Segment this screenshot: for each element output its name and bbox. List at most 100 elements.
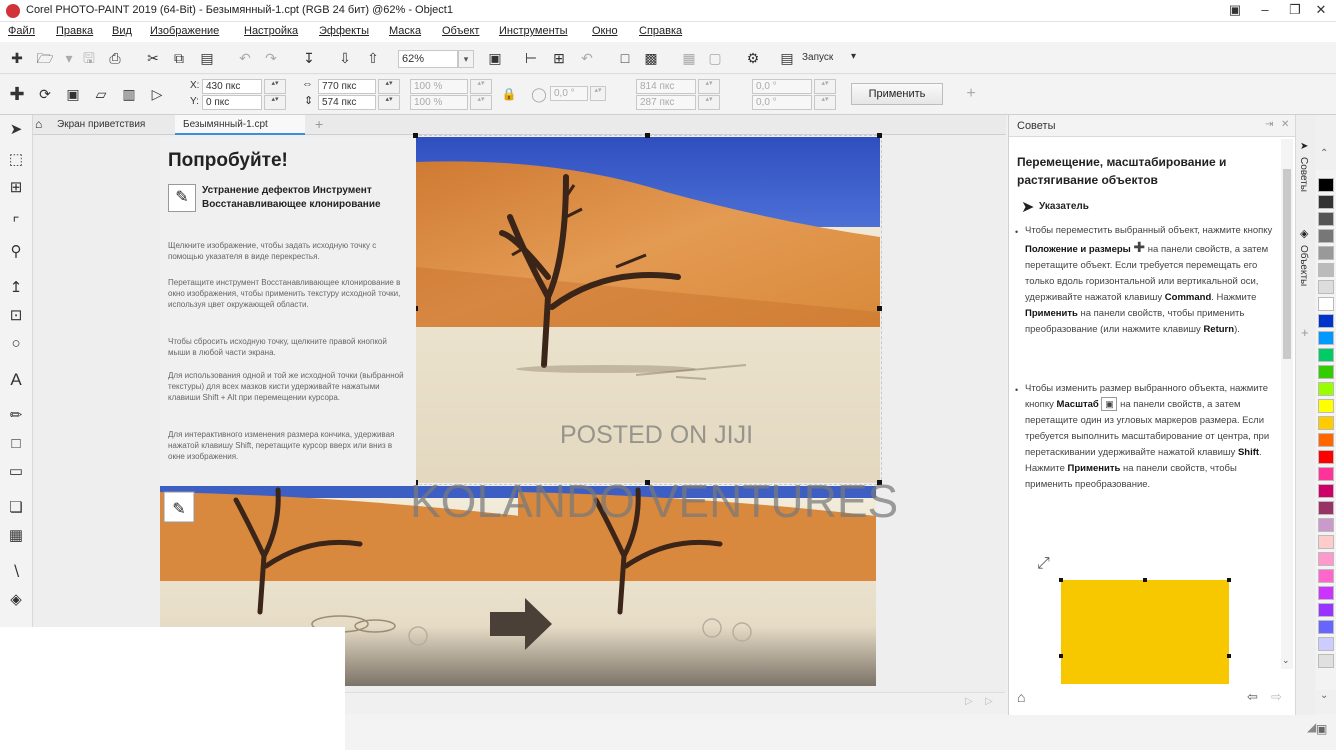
paint-tool-icon[interactable]: ✏ bbox=[5, 405, 27, 427]
center-x-spinner[interactable]: ▴▾ bbox=[698, 79, 720, 94]
color-swatch[interactable] bbox=[1318, 569, 1334, 583]
color-swatch[interactable] bbox=[1318, 654, 1334, 668]
fill-tool-icon[interactable]: ◈ bbox=[5, 589, 27, 611]
hints-scroll-thumb[interactable] bbox=[1283, 169, 1291, 359]
minimize-button[interactable]: – bbox=[1250, 0, 1280, 22]
menu-tools[interactable]: Инструменты bbox=[499, 25, 568, 37]
tab-welcome[interactable]: Экран приветствия bbox=[49, 115, 153, 135]
undo-icon[interactable]: ↶ bbox=[234, 47, 256, 69]
resize-grip-icon[interactable]: ◢ bbox=[1307, 720, 1316, 734]
scale-height-input[interactable]: 100 % bbox=[410, 95, 468, 110]
color-swatch[interactable] bbox=[1318, 535, 1334, 549]
width-spinner[interactable]: ▴▾ bbox=[378, 79, 400, 94]
x-position-input[interactable]: 430 пкс bbox=[202, 79, 262, 94]
color-swatch[interactable] bbox=[1318, 229, 1334, 243]
copy-icon[interactable]: ⧉ bbox=[168, 47, 190, 69]
redeye-tool-icon[interactable]: ○ bbox=[5, 333, 27, 355]
rotation-angle-input[interactable]: 0,0 ° bbox=[550, 86, 588, 101]
home-icon[interactable]: ⌂ bbox=[35, 117, 42, 131]
color-swatch[interactable] bbox=[1318, 178, 1334, 192]
rotate-icon[interactable]: ⟳ bbox=[34, 83, 56, 105]
transparency-tool-icon[interactable]: ▦ bbox=[5, 525, 27, 547]
scale-width-input[interactable]: 100 % bbox=[410, 79, 468, 94]
color-swatch[interactable] bbox=[1318, 620, 1334, 634]
objects-tab-icon[interactable]: ◈ bbox=[1300, 227, 1308, 240]
handle-top-right[interactable] bbox=[877, 133, 882, 138]
cut-icon[interactable]: ✂ bbox=[142, 47, 164, 69]
hints-scrollbar[interactable]: ⌄ bbox=[1281, 139, 1293, 669]
apply-button[interactable]: Применить bbox=[851, 83, 943, 105]
mask-transform-icon[interactable]: ⊞ bbox=[5, 177, 27, 199]
mask-marquee-icon[interactable]: □ bbox=[614, 47, 636, 69]
tab-hints[interactable]: Советы bbox=[1298, 157, 1309, 192]
skew-v-input[interactable]: 0,0 ° bbox=[752, 95, 812, 110]
clone-tool-icon[interactable]: ⊡ bbox=[5, 305, 27, 327]
handle-right[interactable] bbox=[877, 306, 882, 311]
color-swatch[interactable] bbox=[1318, 501, 1334, 515]
horizontal-scroll-area[interactable]: ◢ bbox=[345, 714, 1336, 750]
hints-back-icon[interactable]: ⇦ bbox=[1247, 689, 1258, 705]
scroll-right-icon[interactable]: ▷ bbox=[985, 696, 993, 707]
hints-forward-icon[interactable]: ⇨ bbox=[1271, 689, 1282, 705]
menu-view[interactable]: Вид bbox=[112, 25, 132, 37]
color-swatch[interactable] bbox=[1318, 348, 1334, 362]
color-swatch[interactable] bbox=[1318, 484, 1334, 498]
angle-icon[interactable]: ◯ bbox=[528, 83, 550, 105]
panel-close-icon[interactable]: ✕ bbox=[1281, 119, 1289, 130]
options-gear-icon[interactable]: ⚙ bbox=[742, 47, 764, 69]
close-button[interactable]: ✕ bbox=[1306, 0, 1336, 22]
color-swatch[interactable] bbox=[1318, 331, 1334, 345]
menu-object[interactable]: Объект bbox=[442, 25, 479, 37]
color-swatch[interactable] bbox=[1318, 365, 1334, 379]
open-folder-icon[interactable]: 🗁 bbox=[34, 47, 56, 69]
mask-tool-icon[interactable]: ⬚ bbox=[5, 149, 27, 171]
distort-icon[interactable]: ▥ bbox=[118, 83, 140, 105]
color-swatch[interactable] bbox=[1318, 195, 1334, 209]
color-swatch[interactable] bbox=[1318, 399, 1334, 413]
menu-edit[interactable]: Правка bbox=[56, 25, 93, 37]
menu-file[interactable]: Файл bbox=[8, 25, 35, 37]
color-swatch[interactable] bbox=[1318, 246, 1334, 260]
open-dropdown-icon[interactable]: ▾ bbox=[58, 47, 80, 69]
guides-icon[interactable]: ⊞ bbox=[548, 47, 570, 69]
scroll-left-icon[interactable]: ▷ bbox=[965, 696, 973, 707]
menu-window[interactable]: Окно bbox=[592, 25, 618, 37]
eyedropper-group-icon[interactable]: ↥ bbox=[5, 277, 27, 299]
y-position-input[interactable]: 0 пкс bbox=[202, 95, 262, 110]
color-swatch[interactable] bbox=[1318, 280, 1334, 294]
color-swatch[interactable] bbox=[1318, 297, 1334, 311]
hints-tab-icon[interactable]: ➤ bbox=[1300, 141, 1308, 152]
center-x-input[interactable]: 814 пкс bbox=[636, 79, 696, 94]
rectangle-tool-icon[interactable]: □ bbox=[5, 433, 27, 455]
new-file-icon[interactable]: ✚ bbox=[6, 47, 28, 69]
grid-icon[interactable]: ▦ bbox=[678, 47, 700, 69]
paste-icon[interactable]: ▤ bbox=[196, 47, 218, 69]
menu-mask[interactable]: Маска bbox=[389, 25, 421, 37]
color-swatch[interactable] bbox=[1318, 433, 1334, 447]
skew-v-spinner[interactable]: ▴▾ bbox=[814, 95, 836, 110]
palette-scroll-up-icon[interactable]: ⌃ bbox=[1320, 148, 1328, 159]
color-swatch[interactable] bbox=[1318, 637, 1334, 651]
color-swatch[interactable] bbox=[1318, 416, 1334, 430]
width-input[interactable]: 770 пкс bbox=[318, 79, 376, 94]
x-spinner[interactable]: ▴▾ bbox=[264, 79, 286, 94]
add-docker-icon[interactable]: + bbox=[1301, 325, 1309, 340]
skew-icon[interactable]: ▱ bbox=[90, 83, 112, 105]
color-swatch[interactable] bbox=[1318, 603, 1334, 617]
import-box-icon[interactable]: ⇩ bbox=[334, 47, 356, 69]
zoom-dropdown-icon[interactable]: ▾ bbox=[458, 50, 474, 68]
menu-image[interactable]: Изображение bbox=[150, 25, 219, 37]
eraser-tool-icon[interactable]: ▭ bbox=[5, 461, 27, 483]
user-icon[interactable]: ▣ bbox=[1220, 0, 1250, 22]
shadow-tool-icon[interactable]: ❏ bbox=[5, 497, 27, 519]
handle-top[interactable] bbox=[645, 133, 650, 138]
export-icon[interactable]: ⇧ bbox=[362, 47, 384, 69]
position-size-icon[interactable]: ✚ bbox=[6, 83, 28, 105]
zoom-input[interactable]: 62% bbox=[398, 50, 458, 68]
color-swatch[interactable] bbox=[1318, 586, 1334, 600]
color-swatch[interactable] bbox=[1318, 518, 1334, 532]
snap-icon[interactable]: ↶ bbox=[576, 47, 598, 69]
palette-options-icon[interactable]: ▣ bbox=[1316, 722, 1327, 736]
pick-tool-icon[interactable]: ➤ bbox=[5, 119, 27, 141]
color-swatch[interactable] bbox=[1318, 263, 1334, 277]
